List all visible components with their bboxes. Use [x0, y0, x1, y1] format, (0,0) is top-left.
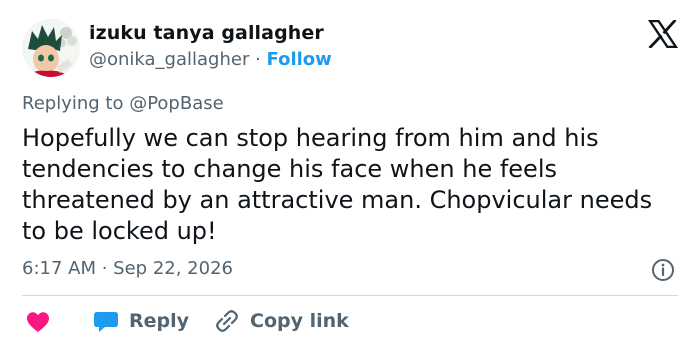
tweet-card: izuku tanya gallagher @onika_gallagher ·…: [0, 0, 700, 348]
reply-mention-link[interactable]: @PopBase: [129, 93, 223, 114]
tweet-time: 6:17 AM: [22, 258, 96, 279]
avatar-image: [22, 19, 80, 77]
author-display-name[interactable]: izuku tanya gallagher: [89, 22, 324, 44]
copy-link-button[interactable]: Copy link: [214, 308, 349, 334]
follow-button[interactable]: Follow: [267, 49, 332, 70]
tweet-timestamp[interactable]: 6:17 AM · Sep 22, 2026: [22, 258, 233, 279]
reply-context: Replying to @PopBase: [22, 93, 224, 114]
copy-link-label: Copy link: [250, 310, 349, 332]
avatar[interactable]: [22, 19, 80, 77]
handle-separator: ·: [249, 49, 267, 70]
reply-context-prefix: Replying to: [22, 93, 130, 114]
heart-icon[interactable]: [26, 311, 50, 333]
link-icon: [216, 310, 238, 332]
info-icon[interactable]: [651, 258, 675, 282]
tweet-date: Sep 22, 2026: [113, 258, 233, 279]
reply-label: Reply: [129, 310, 190, 332]
author-handle[interactable]: @onika_gallagher: [89, 49, 249, 70]
divider: [22, 295, 678, 296]
tweet-text: Hopefully we can stop hearing from him a…: [22, 124, 653, 245]
x-logo-icon[interactable]: [648, 20, 678, 48]
author-handle-line: @onika_gallagher · Follow: [89, 49, 332, 70]
timestamp-separator: ·: [96, 258, 114, 279]
reply-button[interactable]: Reply: [93, 308, 189, 334]
reply-bubble-icon: [94, 312, 118, 332]
